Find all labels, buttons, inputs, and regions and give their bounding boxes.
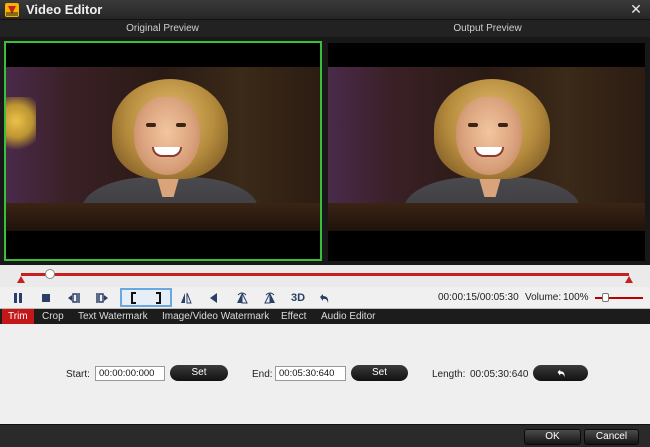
next-frame-button[interactable] xyxy=(92,290,112,306)
original-video-frame xyxy=(6,67,320,231)
prev-frame-button[interactable] xyxy=(64,290,84,306)
tab-audio-editor[interactable]: Audio Editor xyxy=(315,309,381,324)
flip-horizontal-icon xyxy=(237,292,248,304)
output-preview-label: Output Preview xyxy=(325,20,650,37)
tab-image-video-watermark[interactable]: Image/Video Watermark xyxy=(156,309,275,324)
tab-text-watermark[interactable]: Text Watermark xyxy=(72,309,154,324)
reset-length-button[interactable] xyxy=(533,365,588,381)
trim-start-marker[interactable] xyxy=(17,276,25,283)
tab-effect[interactable]: Effect xyxy=(275,309,312,324)
start-time-input[interactable] xyxy=(95,366,165,381)
flip-vertical-button[interactable] xyxy=(176,290,196,306)
set-end-button[interactable] xyxy=(148,290,168,306)
editor-tabs: Trim Crop Text Watermark Image/Video Wat… xyxy=(0,309,650,324)
window-title: Video Editor xyxy=(26,2,103,17)
rotate-right-button[interactable] xyxy=(260,290,280,306)
stop-icon xyxy=(42,294,50,302)
flip-horizontal-button[interactable] xyxy=(232,290,252,306)
trim-end-icon xyxy=(156,292,161,304)
dialog-footer: OK Cancel xyxy=(0,424,650,447)
length-value: 00:05:30:640 xyxy=(470,369,529,380)
volume-value: 100% xyxy=(563,292,589,303)
rotate-left-icon xyxy=(210,293,217,303)
undo-icon xyxy=(320,294,329,303)
preview-area xyxy=(0,37,650,265)
app-logo-icon xyxy=(5,3,19,17)
output-preview-pane xyxy=(328,43,645,261)
length-label: Length: xyxy=(432,369,466,380)
end-label: End: xyxy=(252,369,273,380)
set-start-button[interactable] xyxy=(124,290,144,306)
flip-vertical-icon xyxy=(181,292,192,304)
ok-button[interactable]: OK xyxy=(524,429,581,445)
3d-icon: 3D xyxy=(290,292,306,304)
original-preview-pane xyxy=(4,41,322,261)
stop-button[interactable] xyxy=(36,290,56,306)
timeline-track[interactable] xyxy=(21,273,629,276)
next-frame-icon xyxy=(96,293,108,303)
trim-start-icon xyxy=(131,292,136,304)
cancel-button[interactable]: Cancel xyxy=(584,429,639,445)
undo-button[interactable] xyxy=(314,290,334,306)
output-video-frame xyxy=(328,67,645,231)
close-button[interactable]: ✕ xyxy=(628,1,644,17)
rotate-right-icon xyxy=(264,292,275,304)
pause-button[interactable] xyxy=(8,290,28,306)
tab-crop[interactable]: Crop xyxy=(36,309,70,324)
time-readout: 00:00:15/00:05:30 xyxy=(438,292,519,303)
set-start-time-button[interactable]: Set xyxy=(170,365,228,381)
trim-panel: Start: Set End: Set Length: 00:05:30:640 xyxy=(0,324,650,424)
pause-icon xyxy=(14,293,22,303)
start-label: Start: xyxy=(66,369,90,380)
title-bar: Video Editor ✕ xyxy=(0,0,650,20)
playback-controls: 3D 00:00:15/00:05:30 Volume: 100% xyxy=(0,287,650,309)
volume-slider-thumb[interactable] xyxy=(601,293,609,302)
rotate-left-button[interactable] xyxy=(204,290,224,306)
original-preview-label: Original Preview xyxy=(0,20,325,37)
tab-trim[interactable]: Trim xyxy=(2,309,34,324)
volume-label: Volume: xyxy=(525,292,562,303)
trim-end-marker[interactable] xyxy=(625,276,633,283)
prev-frame-icon xyxy=(68,293,80,303)
undo-icon xyxy=(557,369,565,378)
video-editor-window: Video Editor ✕ Original Preview Output P… xyxy=(0,0,650,447)
timeline xyxy=(0,265,650,287)
set-end-time-button[interactable]: Set xyxy=(351,365,408,381)
end-time-input[interactable] xyxy=(275,366,346,381)
playhead-thumb[interactable] xyxy=(45,269,56,279)
3d-button[interactable]: 3D xyxy=(286,290,310,306)
